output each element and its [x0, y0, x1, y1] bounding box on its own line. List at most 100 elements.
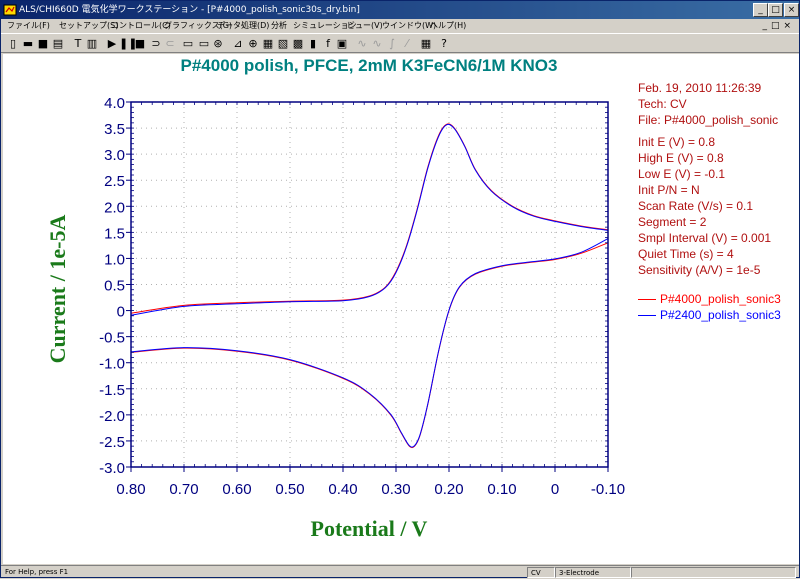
- x-tick-label: -0.10: [591, 481, 625, 498]
- x-tick-label: 0.60: [222, 481, 251, 498]
- chart-title: P#4000 polish, PFCE, 2mM K3FeCN6/1M KNO3: [181, 56, 558, 75]
- status-technique: CV: [527, 567, 555, 578]
- info-param: Scan Rate (V/s) = 0.1: [638, 199, 754, 213]
- help-icon[interactable]: ?: [437, 37, 451, 51]
- baseline-icon[interactable]: ⁄: [400, 37, 414, 51]
- calc-icon[interactable]: ▦: [419, 37, 433, 51]
- y-tick-label: 1.0: [104, 251, 125, 268]
- close-button[interactable]: ×: [784, 3, 799, 17]
- x-tick-label: 0.70: [169, 481, 198, 498]
- x-tick-label: 0: [551, 481, 559, 498]
- info-param: Init P/N = N: [638, 183, 700, 197]
- copy-icon[interactable]: ▣: [335, 37, 349, 51]
- legend-swatch: [638, 315, 656, 316]
- app-window: ALS/CHI660D 電気化学ワークステーション - [P#4000_poli…: [0, 0, 800, 578]
- x-axis-label: Potential / V: [311, 516, 428, 541]
- info-file: File: P#4000_polish_sonic: [638, 113, 779, 127]
- y-tick-label: 0.5: [104, 278, 125, 295]
- minimize-icon: _: [758, 5, 763, 15]
- x-tick-label: 0.10: [487, 481, 516, 498]
- experiment-info: Feb. 19, 2010 11:26:39 Tech: CV File: P#…: [638, 80, 798, 278]
- info-param: Sensitivity (A/V) = 1e-5: [638, 263, 761, 277]
- integrate-icon[interactable]: ∫: [385, 37, 399, 51]
- app-icon: [3, 4, 17, 16]
- legend-label: P#2400_polish_sonic3: [660, 308, 781, 322]
- y-tick-label: 4.0: [104, 95, 125, 112]
- legend-entry: P#4000_polish_sonic3: [637, 291, 797, 307]
- y-tick-label: 3.0: [104, 147, 125, 164]
- open-folder-icon[interactable]: ▬: [21, 37, 35, 51]
- menu-bar: ファイル(F) セットアップ(S) コントロール(C) グラフィックス(G) デ…: [1, 19, 799, 33]
- ir-comp-icon[interactable]: ⊂: [163, 37, 177, 51]
- cell-icon[interactable]: ▭: [181, 37, 195, 51]
- mdi-restore-icon[interactable]: □: [771, 21, 784, 31]
- stop-icon[interactable]: ■: [133, 37, 147, 51]
- technique-icon[interactable]: T: [71, 37, 85, 51]
- status-help-text: For Help, press F1: [5, 568, 69, 576]
- y-tick-label: 2.5: [104, 173, 125, 190]
- save-disk-icon[interactable]: ■: [36, 37, 50, 51]
- new-file-icon[interactable]: ▯: [6, 37, 20, 51]
- minimize-button[interactable]: _: [753, 3, 768, 17]
- menu-file[interactable]: ファイル(F): [7, 19, 50, 33]
- data-list-icon[interactable]: ▩: [291, 37, 305, 51]
- legend: P#4000_polish_sonic3 P#2400_polish_sonic…: [637, 291, 797, 323]
- overlay-icon[interactable]: ▦: [261, 37, 275, 51]
- legend-entry: P#2400_polish_sonic3: [637, 307, 797, 323]
- color-icon[interactable]: ▮: [306, 37, 320, 51]
- info-datetime: Feb. 19, 2010 11:26:39: [638, 81, 762, 95]
- menu-setup[interactable]: セットアップ(S): [59, 19, 118, 33]
- info-param: High E (V) = 0.8: [638, 151, 724, 165]
- window-title: ALS/CHI660D 電気化学ワークステーション - [P#4000_poli…: [19, 5, 360, 15]
- status-extra: [631, 567, 796, 578]
- maximize-button[interactable]: □: [768, 3, 783, 17]
- legend-label: P#4000_polish_sonic3: [660, 292, 781, 306]
- reverse-scan-icon[interactable]: ⊃: [149, 37, 163, 51]
- menu-window[interactable]: ウインドウ(W): [382, 19, 436, 33]
- menu-view[interactable]: ビュー(V): [347, 19, 383, 33]
- info-param: Smpl Interval (V) = 0.001: [638, 231, 772, 245]
- x-tick-label: 0.50: [275, 481, 304, 498]
- maximize-icon: □: [771, 5, 780, 15]
- series-line-2-forward: [130, 123, 609, 316]
- pause-icon[interactable]: ❚❚: [119, 37, 137, 51]
- y-tick-label: -1.0: [99, 356, 125, 373]
- mdi-close-icon[interactable]: ×: [783, 21, 795, 31]
- graph-icon[interactable]: ⊿: [231, 37, 245, 51]
- run-icon[interactable]: ▶: [105, 37, 119, 51]
- menu-help[interactable]: ヘルプ(H): [430, 19, 466, 33]
- menu-data-processing[interactable]: データ処理(D): [217, 19, 269, 33]
- menu-control[interactable]: コントロール(C): [111, 19, 171, 33]
- y-tick-label: -3.0: [99, 460, 125, 477]
- eject-icon[interactable]: ⊛: [211, 37, 225, 51]
- print-icon[interactable]: ▤: [51, 37, 65, 51]
- cell-switch-icon[interactable]: ▭: [197, 37, 211, 51]
- y-tick-label: 0: [117, 304, 125, 321]
- status-electrode: 3-Electrode: [555, 567, 631, 578]
- info-param: Quiet Time (s) = 4: [638, 247, 734, 261]
- y-tick-label: -0.5: [99, 330, 125, 347]
- y-tick-label: -2.5: [99, 434, 125, 451]
- toolbar: ▯ ▬ ■ ▤ T ▥ ▶ ❚❚ ■ ⊃ ⊂ ▭ ▭ ⊛ ⊿ ⊕ ▦ ▧ ▩ ▮…: [1, 33, 799, 53]
- series-line-2-reverse: [130, 238, 609, 448]
- title-bar[interactable]: ALS/CHI660D 電気化学ワークステーション - [P#4000_poli…: [1, 1, 799, 19]
- zoom-icon[interactable]: ⊕: [246, 37, 260, 51]
- x-tick-label: 0.20: [434, 481, 463, 498]
- add-icon[interactable]: ▧: [276, 37, 290, 51]
- info-tech: Tech: CV: [638, 97, 687, 111]
- menu-analysis[interactable]: 分析: [271, 19, 287, 33]
- x-tick-label: 0.80: [116, 481, 145, 498]
- close-icon: ×: [787, 5, 796, 15]
- y-tick-label: 1.5: [104, 225, 125, 242]
- mdi-minimize-icon[interactable]: _: [762, 21, 771, 31]
- font-icon[interactable]: f: [321, 37, 335, 51]
- y-axis-label: Current / 1e-5A: [45, 215, 70, 364]
- x-tick-label: 0.40: [328, 481, 357, 498]
- plot-area: P#4000 polish, PFCE, 2mM K3FeCN6/1M KNO3…: [3, 54, 799, 564]
- info-param: Low E (V) = -0.1: [638, 167, 726, 181]
- smooth-icon[interactable]: ∿: [355, 37, 369, 51]
- status-bar: For Help, press F1 CV 3-Electrode: [1, 565, 799, 578]
- mdi-controls: _□×: [762, 19, 795, 33]
- derivative-icon[interactable]: ∿: [370, 37, 384, 51]
- parameters-icon[interactable]: ▥: [85, 37, 99, 51]
